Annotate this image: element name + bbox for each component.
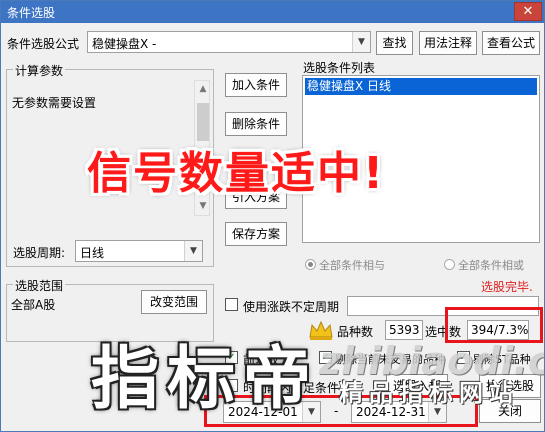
- or-label: 全部条件相或: [458, 259, 524, 272]
- watermark-logo: 指标帝: [91, 340, 320, 419]
- radio-dot-icon: [305, 259, 316, 270]
- formula-select[interactable]: 稳健操盘X - ▼: [87, 31, 371, 53]
- period-value: 日线: [80, 246, 105, 260]
- chevron-down-icon[interactable]: ▼: [352, 32, 370, 52]
- title-bar: 条件选股 ✕: [1, 1, 544, 23]
- range-value: 全部A股: [11, 298, 56, 312]
- window-title: 条件选股: [7, 6, 56, 20]
- count-label: 品种数: [337, 325, 374, 339]
- params-text: 无参数需要设置: [12, 96, 97, 110]
- range-legend: 选股范围: [13, 277, 66, 294]
- delete-condition-button[interactable]: 删除条件: [225, 112, 287, 136]
- highlight-box-selected: [445, 307, 543, 343]
- chevron-down-icon[interactable]: ▼: [184, 241, 202, 261]
- scroll-up-icon[interactable]: ▲: [195, 81, 211, 98]
- usage-button[interactable]: 用法注释: [419, 31, 477, 55]
- status-text: 选股完毕.: [481, 280, 533, 294]
- find-button[interactable]: 查找: [376, 31, 413, 55]
- list-item[interactable]: 稳健操盘X 日线: [305, 78, 537, 95]
- close-icon[interactable]: ✕: [514, 2, 542, 21]
- view-formula-button[interactable]: 查看公式: [482, 31, 540, 55]
- and-label: 全部条件相与: [319, 259, 385, 272]
- formula-label: 条件选股公式: [7, 37, 80, 51]
- and-radio[interactable]: 全部条件相与: [305, 257, 385, 273]
- formula-value: 稳健操盘X -: [92, 37, 157, 51]
- stock-selection-window: 条件选股 ✕ 条件选股公式 稳健操盘X - ▼ 查找 用法注释 查看公式 计算参…: [0, 0, 545, 432]
- change-range-button[interactable]: 改变范围: [141, 290, 207, 314]
- or-radio[interactable]: 全部条件相或: [444, 257, 524, 273]
- radio-dot-icon: [444, 259, 455, 270]
- scroll-thumb[interactable]: [197, 103, 209, 141]
- period-select[interactable]: 日线 ▼: [75, 240, 203, 262]
- count-field: 5393: [385, 320, 423, 340]
- headline-overlay: 信号数量适中!: [87, 148, 386, 199]
- use-change-period-label: 使用涨跌不定周期: [243, 300, 340, 314]
- watermark-tagline: 精品指标网站: [339, 379, 519, 407]
- params-legend: 计算参数: [13, 62, 66, 79]
- conditions-legend: 选股条件列表: [303, 61, 376, 75]
- add-condition-button[interactable]: 加入条件: [225, 73, 287, 97]
- save-plan-button[interactable]: 保存方案: [225, 222, 287, 246]
- use-change-period-checkbox[interactable]: [225, 298, 238, 311]
- period-label: 选股周期:: [13, 246, 66, 260]
